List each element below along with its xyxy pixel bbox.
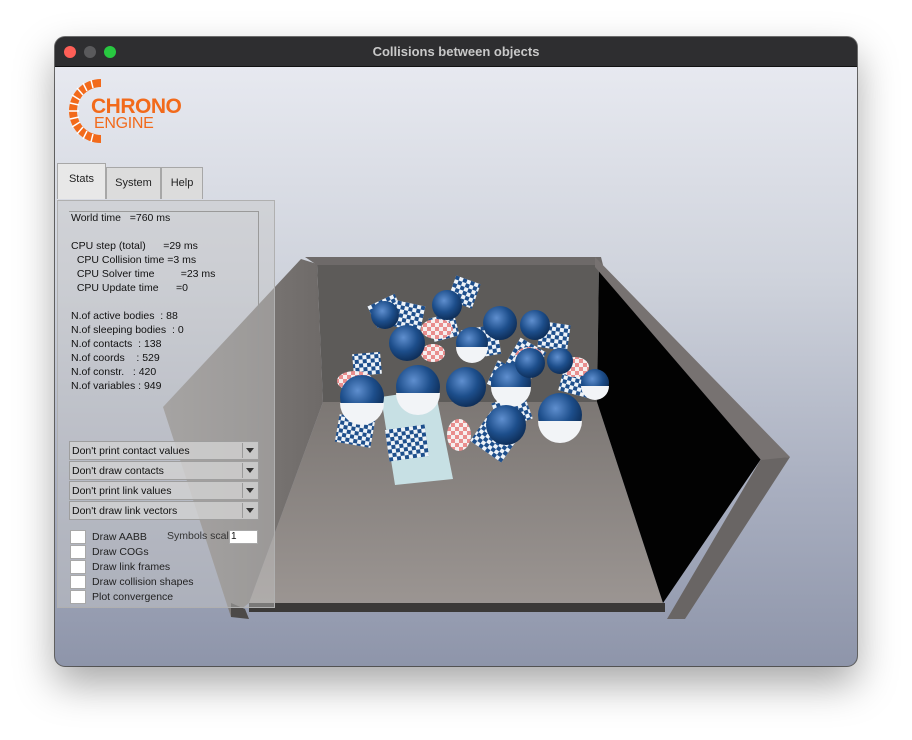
stat-constr: N.of constr. : 420	[71, 366, 157, 378]
plot-convergence-label: Plot convergence	[92, 591, 174, 603]
cylinder-body	[421, 319, 453, 339]
stat-active-bodies: N.of active bodies : 88	[71, 310, 178, 322]
link-vectors-dropdown[interactable]: Don't draw link vectors	[69, 501, 259, 520]
tab-help[interactable]: Help	[161, 167, 203, 199]
dropdown-arrow-icon[interactable]	[242, 483, 257, 498]
stat-variables: N.of variables : 949	[71, 380, 162, 392]
logo-text-chrono: CHRONO	[91, 95, 182, 118]
logo-text-engine: ENGINE	[94, 115, 154, 132]
dropdown-arrow-icon[interactable]	[242, 443, 257, 458]
draw-collision-shapes-checkbox[interactable]	[70, 575, 86, 589]
draw-link-frames-label: Draw link frames	[92, 561, 171, 573]
sphere-body	[432, 290, 462, 320]
stat-contacts: N.of contacts : 138	[71, 338, 162, 350]
plot-convergence-checkbox[interactable]	[70, 590, 86, 604]
draw-collision-shapes-label: Draw collision shapes	[92, 576, 194, 588]
dropdown-label: Don't print link values	[72, 485, 172, 497]
dropdown-label: Don't print contact values	[72, 445, 190, 457]
link-values-dropdown[interactable]: Don't print link values	[69, 481, 259, 500]
dropdown-arrow-icon[interactable]	[242, 503, 257, 518]
symbols-scale-input[interactable]: 1	[229, 530, 258, 544]
sphere-body	[446, 367, 486, 407]
stats-text-box: World time =760 ms CPU step (total) =29 …	[69, 211, 259, 431]
draw-aabb-label: Draw AABB	[92, 531, 147, 543]
sphere-body	[515, 348, 545, 378]
draw-contacts-dropdown[interactable]: Don't draw contacts	[69, 461, 259, 480]
box-body	[384, 424, 430, 462]
box-front-rim	[249, 603, 665, 612]
title-bar[interactable]: Collisions between objects	[55, 37, 857, 67]
stat-world-time: World time =760 ms	[71, 212, 171, 224]
draw-link-frames-checkbox[interactable]	[70, 560, 86, 574]
stat-cpu-collision: CPU Collision time =3 ms	[71, 254, 197, 266]
window-title: Collisions between objects	[372, 44, 540, 59]
draw-aabb-checkbox[interactable]	[70, 530, 86, 544]
stat-cpu-update: CPU Update time =0	[71, 282, 189, 294]
stat-cpu-step: CPU step (total) =29 ms	[71, 240, 198, 252]
symbols-scale-label: Symbols scale	[167, 530, 229, 542]
tab-system[interactable]: System	[106, 167, 161, 199]
stats-panel: World time =760 ms CPU step (total) =29 …	[57, 200, 275, 608]
box-top-rim	[305, 257, 603, 265]
stat-coords: N.of coords : 529	[71, 352, 160, 364]
dropdown-arrow-icon[interactable]	[242, 463, 257, 478]
sphere-body	[486, 405, 526, 445]
tab-stats[interactable]: Stats	[57, 163, 106, 199]
contact-values-dropdown[interactable]: Don't print contact values	[69, 441, 259, 460]
sphere-body	[389, 325, 425, 361]
dropdown-label: Don't draw contacts	[72, 465, 164, 477]
stat-sleeping-bodies: N.of sleeping bodies : 0	[71, 324, 184, 336]
cylinder-body	[447, 419, 471, 451]
3d-viewport[interactable]: CHRONO ENGINE Stats System Help World ti…	[55, 67, 857, 666]
stat-cpu-solver: CPU Solver time =23 ms	[71, 268, 216, 280]
draw-cogs-label: Draw COGs	[92, 546, 149, 558]
draw-cogs-checkbox[interactable]	[70, 545, 86, 559]
sphere-body	[371, 301, 399, 329]
dropdown-label: Don't draw link vectors	[72, 505, 178, 517]
sphere-body	[520, 310, 550, 340]
sphere-body	[547, 348, 573, 374]
sphere-body	[483, 306, 517, 340]
app-window: Collisions between objects CHRONO ENGINE…	[55, 37, 857, 666]
